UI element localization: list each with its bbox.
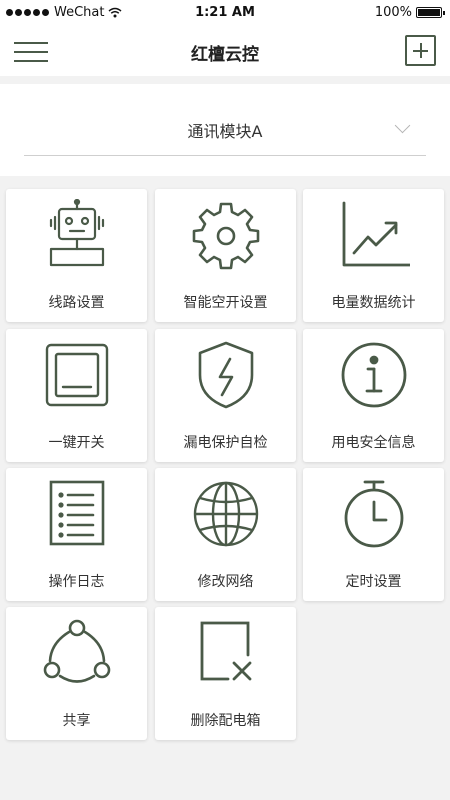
gear-icon <box>192 202 260 270</box>
tile-modify-network[interactable]: 修改网络 <box>155 468 296 601</box>
tile-one-key-switch[interactable]: 一键开关 <box>6 329 147 462</box>
add-button[interactable] <box>405 35 436 66</box>
status-bar: WeChat 1:21 AM 100% <box>0 0 450 26</box>
status-right: 100% <box>374 5 445 20</box>
robot-icon <box>49 199 105 267</box>
tile-label: 一键开关 <box>48 435 105 451</box>
tile-label: 定时设置 <box>345 574 402 590</box>
stopwatch-icon <box>344 480 404 548</box>
trend-chart-icon <box>342 201 410 267</box>
tile-timer-settings[interactable]: 定时设置 <box>303 468 444 601</box>
tile-delete-distribution-box[interactable]: 删除配电箱 <box>155 607 296 740</box>
tile-label: 漏电保护自检 <box>183 435 268 451</box>
tile-label: 用电安全信息 <box>331 435 416 451</box>
battery-icon <box>416 7 445 18</box>
tile-operation-log[interactable]: 操作日志 <box>6 468 147 601</box>
module-section: 通讯模块A <box>0 84 450 176</box>
share-icon <box>43 619 111 683</box>
module-dropdown[interactable]: 通讯模块A <box>24 112 426 156</box>
globe-icon <box>193 481 259 547</box>
tile-smart-breaker-settings[interactable]: 智能空开设置 <box>155 189 296 322</box>
tile-energy-statistics[interactable]: 电量数据统计 <box>303 189 444 322</box>
tile-label: 电量数据统计 <box>331 295 416 311</box>
tile-label: 修改网络 <box>197 574 254 590</box>
tile-share[interactable]: 共享 <box>6 607 147 740</box>
module-dropdown-value: 通讯模块A <box>187 122 263 141</box>
nav-bar: 红檀云控 <box>0 26 450 76</box>
page-title: 红檀云控 <box>191 45 259 65</box>
tile-leakage-self-test[interactable]: 漏电保护自检 <box>155 329 296 462</box>
tile-line-settings[interactable]: 线路设置 <box>6 189 147 322</box>
tile-label: 线路设置 <box>48 295 105 311</box>
delete-box-icon <box>200 621 252 681</box>
tile-safety-info[interactable]: 用电安全信息 <box>303 329 444 462</box>
tile-label: 删除配电箱 <box>190 713 261 729</box>
shield-bolt-icon <box>198 341 254 409</box>
switch-icon <box>45 343 109 407</box>
list-icon <box>49 480 105 546</box>
tile-label: 操作日志 <box>48 574 105 590</box>
tile-label: 共享 <box>62 713 91 729</box>
tile-label: 智能空开设置 <box>183 295 268 311</box>
battery-percent: 100% <box>374 5 412 20</box>
info-icon <box>341 342 407 408</box>
